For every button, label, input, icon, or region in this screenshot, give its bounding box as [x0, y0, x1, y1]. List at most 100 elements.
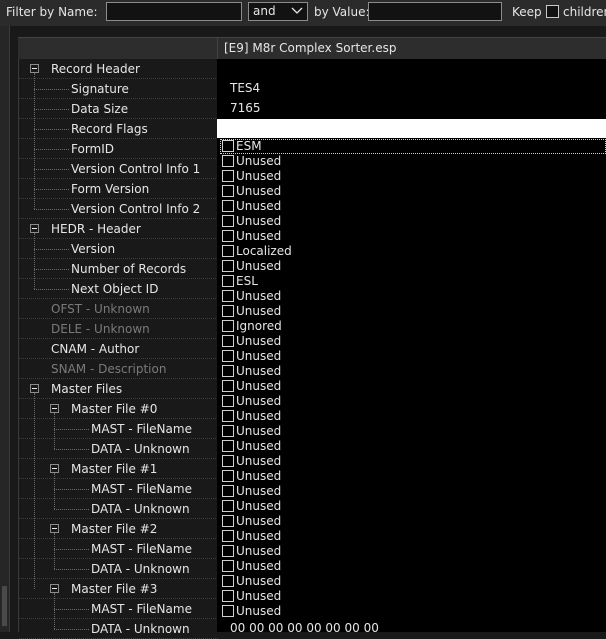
- flag-checkbox[interactable]: [222, 230, 234, 242]
- flag-item[interactable]: Unused: [220, 259, 606, 274]
- flag-item[interactable]: Unused: [220, 154, 606, 169]
- tree-row[interactable]: Master Files: [19, 379, 218, 399]
- flag-item[interactable]: Unused: [220, 544, 606, 559]
- tree-row[interactable]: DATA - Unknown: [19, 559, 218, 579]
- flag-item[interactable]: Unused: [220, 169, 606, 184]
- tree-row[interactable]: Record Header: [19, 59, 218, 79]
- flag-checkbox[interactable]: [222, 305, 234, 317]
- flag-checkbox[interactable]: [222, 260, 234, 272]
- operator-dropdown[interactable]: and: [248, 2, 308, 21]
- tree-row[interactable]: Version Control Info 1: [19, 159, 218, 179]
- flag-item[interactable]: Unused: [220, 334, 606, 349]
- tree-row[interactable]: HEDR - Header: [19, 219, 218, 239]
- flag-checkbox[interactable]: [222, 560, 234, 572]
- flag-checkbox[interactable]: [222, 155, 234, 167]
- flag-item[interactable]: Unused: [220, 514, 606, 529]
- flag-item[interactable]: Unused: [220, 289, 606, 304]
- record-flags-editor[interactable]: [217, 119, 606, 138]
- flag-item[interactable]: Unused: [220, 484, 606, 499]
- record-flags-list[interactable]: ESM Unused Unused Unused Unused Unused Unused L…: [220, 139, 606, 620]
- tree-row[interactable]: Form Version: [19, 179, 218, 199]
- tree-row[interactable]: Master File #1: [19, 459, 218, 479]
- flag-item[interactable]: Ignored: [220, 319, 606, 334]
- tree-row[interactable]: Master File #3: [19, 579, 218, 599]
- tree-row[interactable]: Next Object ID: [19, 279, 218, 299]
- flag-checkbox[interactable]: [222, 515, 234, 527]
- flag-item[interactable]: Unused: [220, 499, 606, 514]
- flag-item[interactable]: Unused: [220, 214, 606, 229]
- flag-checkbox[interactable]: [222, 185, 234, 197]
- filter-value-input[interactable]: [368, 2, 502, 21]
- flag-item[interactable]: Unused: [220, 364, 606, 379]
- filter-name-input[interactable]: [106, 2, 242, 21]
- flag-checkbox[interactable]: [222, 170, 234, 182]
- flag-item[interactable]: Unused: [220, 199, 606, 214]
- tree-row[interactable]: OFST - Unknown: [19, 299, 218, 319]
- tree-row[interactable]: DATA - Unknown: [19, 439, 218, 459]
- tree-row[interactable]: Version: [19, 239, 218, 259]
- flag-checkbox[interactable]: [222, 215, 234, 227]
- flag-item[interactable]: Unused: [220, 424, 606, 439]
- collapse-toggle-icon[interactable]: [50, 464, 59, 473]
- tree-row[interactable]: DATA - Unknown: [19, 619, 218, 639]
- flag-item[interactable]: Unused: [220, 379, 606, 394]
- flag-item[interactable]: Unused: [220, 394, 606, 409]
- flag-checkbox[interactable]: [222, 350, 234, 362]
- tree-row[interactable]: Data Size: [19, 99, 218, 119]
- collapse-toggle-icon[interactable]: [50, 524, 59, 533]
- flag-item[interactable]: Unused: [220, 469, 606, 484]
- flag-item[interactable]: Unused: [220, 229, 606, 244]
- flag-item[interactable]: Unused: [220, 439, 606, 454]
- tree-row[interactable]: Signature: [19, 79, 218, 99]
- flag-item[interactable]: ESM: [220, 139, 606, 154]
- flag-checkbox[interactable]: [222, 245, 234, 257]
- tree-row[interactable]: Master File #0: [19, 399, 218, 419]
- flag-checkbox[interactable]: [222, 335, 234, 347]
- flag-checkbox[interactable]: [222, 605, 234, 617]
- flag-checkbox[interactable]: [222, 365, 234, 377]
- flag-checkbox[interactable]: [222, 575, 234, 587]
- flag-item[interactable]: Unused: [220, 529, 606, 544]
- flag-checkbox[interactable]: [222, 275, 234, 287]
- flag-item[interactable]: Unused: [220, 559, 606, 574]
- flag-checkbox[interactable]: [222, 470, 234, 482]
- flag-checkbox[interactable]: [222, 395, 234, 407]
- flag-item[interactable]: Unused: [220, 454, 606, 469]
- flag-item[interactable]: Unused: [220, 349, 606, 364]
- flag-checkbox[interactable]: [222, 500, 234, 512]
- collapse-toggle-icon[interactable]: [50, 584, 59, 593]
- tree-row[interactable]: FormID: [19, 139, 218, 159]
- flag-checkbox[interactable]: [222, 530, 234, 542]
- flag-item[interactable]: Unused: [220, 589, 606, 604]
- tree-row[interactable]: DATA - Unknown: [19, 499, 218, 519]
- keep-children-checkbox[interactable]: [546, 5, 559, 18]
- tree-row[interactable]: MAST - FileName: [19, 419, 218, 439]
- left-scrollbar-thumb[interactable]: [2, 586, 7, 626]
- flag-item[interactable]: ESL: [220, 274, 606, 289]
- column-divider[interactable]: [217, 38, 218, 59]
- tree-row[interactable]: MAST - FileName: [19, 539, 218, 559]
- flag-checkbox[interactable]: [222, 590, 234, 602]
- collapse-toggle-icon[interactable]: [30, 384, 39, 393]
- collapse-toggle-icon[interactable]: [50, 404, 59, 413]
- flag-checkbox[interactable]: [222, 440, 234, 452]
- tree-row[interactable]: Master File #2: [19, 519, 218, 539]
- flag-checkbox[interactable]: [222, 380, 234, 392]
- tree-row[interactable]: SNAM - Description: [19, 359, 218, 379]
- flag-checkbox[interactable]: [222, 485, 234, 497]
- tree-row[interactable]: Number of Records: [19, 259, 218, 279]
- flag-item[interactable]: Unused: [220, 409, 606, 424]
- flag-checkbox[interactable]: [222, 410, 234, 422]
- flag-checkbox[interactable]: [222, 455, 234, 467]
- tree-row[interactable]: DELE - Unknown: [19, 319, 218, 339]
- tree-row[interactable]: MAST - FileName: [19, 599, 218, 619]
- flag-item[interactable]: Unused: [220, 184, 606, 199]
- flag-checkbox[interactable]: [222, 425, 234, 437]
- collapse-toggle-icon[interactable]: [30, 224, 39, 233]
- flag-checkbox[interactable]: [222, 200, 234, 212]
- flag-item[interactable]: Unused: [220, 604, 606, 619]
- tree-row[interactable]: MAST - FileName: [19, 479, 218, 499]
- flag-item[interactable]: Localized: [220, 244, 606, 259]
- flag-checkbox[interactable]: [222, 545, 234, 557]
- flag-checkbox[interactable]: [222, 320, 234, 332]
